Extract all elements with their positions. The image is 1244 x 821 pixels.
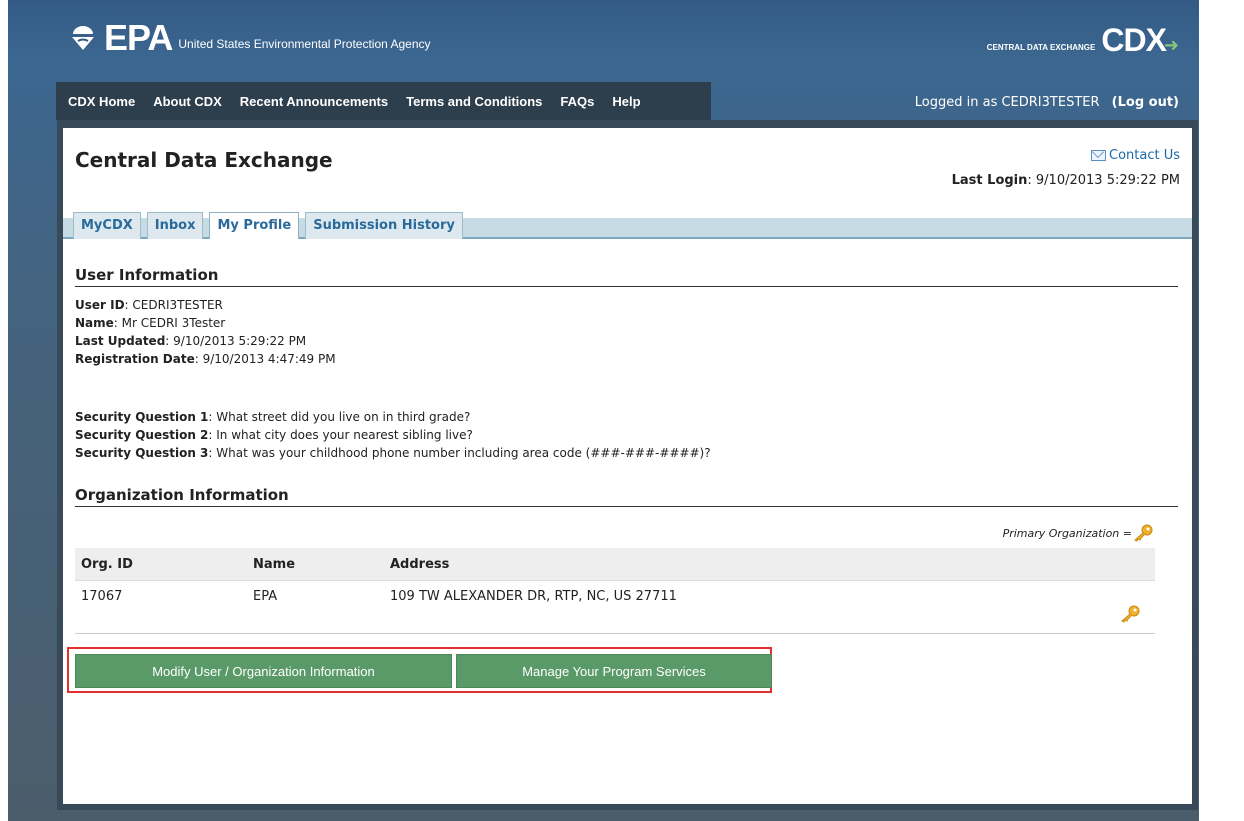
org-name-cell: EPA — [247, 580, 384, 634]
user-id-value: : CEDRI3TESTER — [124, 298, 223, 312]
last-login-label: Last Login — [951, 173, 1028, 188]
user-id-row: User ID: CEDRI3TESTER — [75, 296, 336, 314]
last-updated-row: Last Updated: 9/10/2013 5:29:22 PM — [75, 332, 336, 350]
security-question-1: Security Question 1: What street did you… — [75, 408, 711, 426]
action-buttons-highlight: Modify User / Organization Information M… — [67, 647, 772, 693]
table-row: 17067 EPA 109 TW ALEXANDER DR, RTP, NC, … — [75, 580, 1155, 634]
org-info-heading: Organization Information — [75, 486, 1178, 507]
user-info-heading: User Information — [75, 266, 1178, 287]
manage-program-services-button[interactable]: Manage Your Program Services — [456, 654, 772, 688]
sq3-value: : What was your childhood phone number i… — [208, 446, 711, 460]
last-login-value: : 9/10/2013 5:29:22 PM — [1027, 173, 1180, 188]
name-label: Name — [75, 316, 114, 330]
security-question-2: Security Question 2: In what city does y… — [75, 426, 711, 444]
nav-faqs[interactable]: FAQs — [560, 94, 594, 109]
logout-link[interactable]: (Log out) — [1112, 95, 1179, 110]
col-address: Address — [384, 548, 1155, 581]
name-value: : Mr CEDRI 3Tester — [113, 316, 226, 330]
epa-logo-icon — [72, 26, 94, 50]
cdx-logo-text: CDX — [1101, 22, 1167, 58]
registration-date-value: : 9/10/2013 4:47:49 PM — [194, 352, 336, 366]
primary-org-legend: Primary Organization = — [1003, 524, 1154, 542]
nav-help[interactable]: Help — [612, 94, 640, 109]
cdx-arrow-icon: ➜ — [1163, 35, 1179, 56]
tab-mycdx[interactable]: MyCDX — [73, 212, 141, 239]
org-address-text: 109 TW ALEXANDER DR, RTP, NC, US 27711 — [390, 589, 677, 604]
org-table: Org. ID Name Address 17067 EPA 109 TW AL… — [75, 548, 1155, 634]
envelope-icon — [1091, 150, 1106, 161]
tab-submission-history[interactable]: Submission History — [305, 212, 463, 239]
modify-user-org-button[interactable]: Modify User / Organization Information — [75, 654, 452, 688]
sq2-value: : In what city does your nearest sibling… — [208, 428, 473, 442]
security-questions: Security Question 1: What street did you… — [75, 408, 711, 462]
registration-date-row: Registration Date: 9/10/2013 4:47:49 PM — [75, 350, 336, 368]
org-table-header: Org. ID Name Address — [75, 548, 1155, 581]
key-icon — [1134, 524, 1153, 542]
last-updated-value: : 9/10/2013 5:29:22 PM — [165, 334, 307, 348]
primary-org-label: Primary Organization = — [1002, 526, 1132, 540]
key-icon — [1121, 605, 1140, 623]
user-id-label: User ID — [75, 298, 125, 312]
epa-logo-text: EPA — [104, 17, 173, 58]
nav-cdx-home[interactable]: CDX Home — [68, 94, 135, 109]
last-login: Last Login: 9/10/2013 5:29:22 PM — [952, 173, 1180, 188]
page-title: Central Data Exchange — [75, 148, 333, 172]
org-id-cell: 17067 — [75, 580, 247, 634]
col-org-id: Org. ID — [75, 548, 247, 581]
cdx-logo-subtitle: CENTRAL DATA EXCHANGE — [986, 43, 1096, 52]
sq1-label: Security Question 1 — [75, 410, 209, 424]
nav-terms-and-conditions[interactable]: Terms and Conditions — [406, 94, 542, 109]
cdx-logo: CENTRAL DATA EXCHANGE CDX ➜ — [987, 22, 1179, 59]
user-info-details: User ID: CEDRI3TESTER Name: Mr CEDRI 3Te… — [75, 296, 336, 368]
last-updated-label: Last Updated — [75, 334, 166, 348]
tab-my-profile[interactable]: My Profile — [209, 212, 300, 239]
login-status: Logged in as CEDRI3TESTER (Log out) — [915, 95, 1179, 110]
nav-about-cdx[interactable]: About CDX — [153, 94, 222, 109]
agency-name: United States Environmental Protection A… — [178, 37, 431, 51]
tab-list: MyCDX Inbox My Profile Submission Histor… — [73, 212, 469, 239]
epa-logo[interactable]: EPA United States Environmental Protecti… — [68, 20, 431, 56]
sq2-label: Security Question 2 — [75, 428, 209, 442]
sq3-label: Security Question 3 — [75, 446, 209, 460]
contact-us-label: Contact Us — [1109, 148, 1180, 163]
registration-date-label: Registration Date — [75, 352, 195, 366]
nav-recent-announcements[interactable]: Recent Announcements — [240, 94, 388, 109]
security-question-3: Security Question 3: What was your child… — [75, 444, 711, 462]
tab-inbox[interactable]: Inbox — [146, 212, 204, 239]
contact-us-link[interactable]: Contact Us — [1091, 148, 1180, 163]
main-nav: CDX Home About CDX Recent Announcements … — [56, 82, 711, 120]
name-row: Name: Mr CEDRI 3Tester — [75, 314, 336, 332]
org-address-cell: 109 TW ALEXANDER DR, RTP, NC, US 27711 — [384, 580, 1155, 634]
logged-in-text: Logged in as CEDRI3TESTER — [914, 95, 1100, 110]
col-name: Name — [247, 548, 384, 581]
sq1-value: : What street did you live on in third g… — [208, 410, 471, 424]
main-panel: Central Data Exchange Contact Us Last Lo… — [57, 120, 1198, 810]
